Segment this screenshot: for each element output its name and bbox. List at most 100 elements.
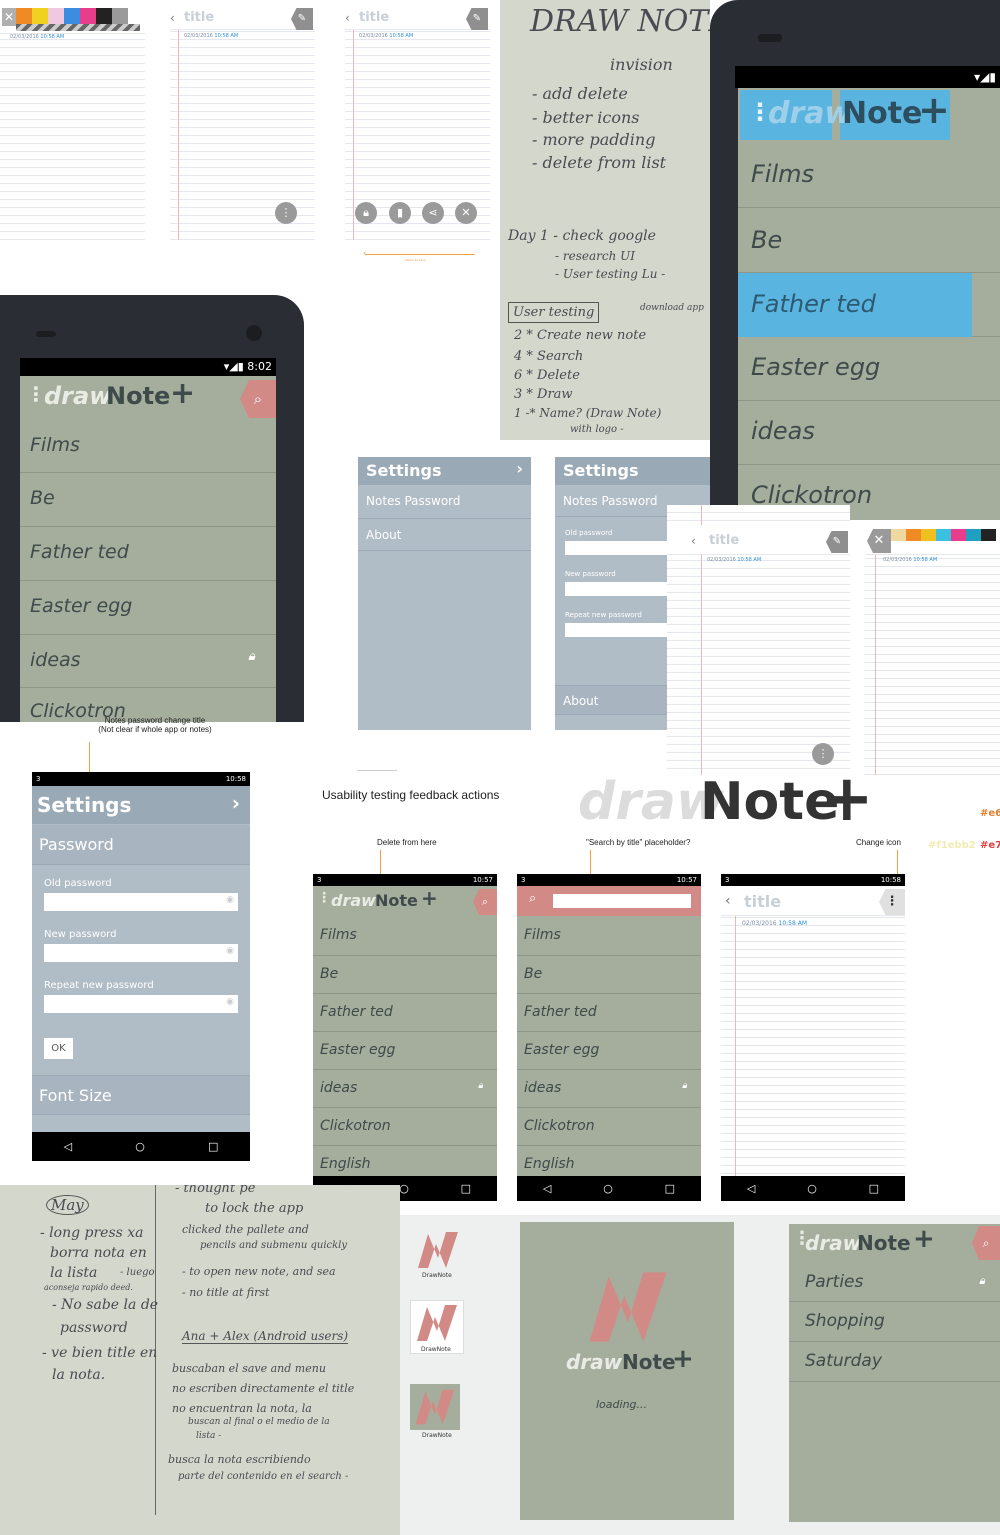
- note-title[interactable]: title: [709, 533, 739, 548]
- search-icon[interactable]: ⌕: [473, 889, 497, 915]
- eye-icon[interactable]: ◉: [226, 946, 234, 956]
- settings-item-password[interactable]: Password: [32, 825, 250, 865]
- list-item[interactable]: Be: [517, 956, 701, 994]
- menu-dots-icon[interactable]: ⋮: [26, 382, 46, 406]
- list-item[interactable]: English: [313, 1146, 497, 1176]
- list-item[interactable]: Father ted: [313, 994, 497, 1032]
- ok-button[interactable]: OK: [44, 1038, 73, 1059]
- list-item[interactable]: Easter egg: [20, 581, 276, 635]
- list-item[interactable]: Saturday: [789, 1342, 1000, 1382]
- color-palette[interactable]: [891, 529, 1000, 553]
- logo-n-icon: [415, 1389, 455, 1425]
- chevron-right-icon[interactable]: ›: [516, 459, 523, 478]
- list-item[interactable]: English: [517, 1146, 701, 1176]
- list-item[interactable]: Be: [313, 956, 497, 994]
- list-item[interactable]: Easter egg: [738, 337, 1000, 401]
- carrier-text: 3: [36, 775, 41, 783]
- list-item[interactable]: ideas 🔒︎: [517, 1070, 701, 1108]
- search-input[interactable]: [553, 894, 691, 908]
- back-icon[interactable]: ◁: [64, 1140, 72, 1153]
- recents-icon[interactable]: □: [869, 1182, 879, 1195]
- note-title[interactable]: title: [184, 10, 214, 25]
- list-item[interactable]: ideas 🔒︎: [313, 1070, 497, 1108]
- list-item[interactable]: Parties 🔒︎: [789, 1264, 1000, 1302]
- list-item-label: ideas: [524, 1080, 562, 1096]
- back-chevron-icon[interactable]: ‹: [170, 11, 175, 25]
- list-item-selected[interactable]: Father ted: [738, 273, 1000, 337]
- color-swatch[interactable]: [80, 8, 96, 24]
- lock-icon[interactable]: 🔒︎: [355, 202, 377, 224]
- list-item[interactable]: Easter egg: [313, 1032, 497, 1070]
- pencil-strip[interactable]: [16, 24, 140, 31]
- list-item[interactable]: Clickotron: [517, 1108, 701, 1146]
- trash-icon[interactable]: ▮: [389, 202, 411, 224]
- new-password-field[interactable]: ◉: [44, 944, 238, 962]
- color-swatch[interactable]: [48, 8, 64, 24]
- note-title[interactable]: title: [359, 10, 389, 25]
- home-icon[interactable]: ○: [603, 1182, 613, 1195]
- list-item[interactable]: Shopping: [789, 1302, 1000, 1342]
- recents-icon[interactable]: □: [461, 1182, 471, 1195]
- back-chevron-icon[interactable]: ‹: [725, 893, 731, 909]
- list-item[interactable]: ideas: [738, 401, 1000, 465]
- color-swatch[interactable]: [64, 8, 80, 24]
- menu-dots-icon[interactable]: ⋮: [317, 890, 331, 906]
- list-item[interactable]: Films: [313, 916, 497, 956]
- list-item-label: Easter egg: [30, 595, 133, 617]
- back-chevron-icon[interactable]: ‹: [345, 11, 350, 25]
- color-swatch[interactable]: [921, 529, 936, 541]
- add-note-button[interactable]: +: [918, 88, 950, 132]
- note-draw-mode: ✕ 02/03/2016 10:58 AM: [0, 0, 145, 240]
- recents-icon[interactable]: □: [208, 1140, 218, 1153]
- search-icon[interactable]: ⌕: [972, 1226, 1000, 1260]
- color-swatch[interactable]: [891, 529, 906, 541]
- color-swatch[interactable]: [951, 529, 966, 541]
- settings-item-font-size[interactable]: Font Size: [32, 1075, 250, 1115]
- color-swatch[interactable]: [906, 529, 921, 541]
- color-swatch[interactable]: [32, 8, 48, 24]
- brand-draw: draw: [768, 96, 853, 131]
- list-item[interactable]: Films: [517, 916, 701, 956]
- search-icon[interactable]: ⌕: [240, 380, 276, 418]
- back-icon[interactable]: ◁: [543, 1182, 551, 1195]
- color-swatch[interactable]: [936, 529, 951, 541]
- home-icon[interactable]: ○: [807, 1182, 817, 1195]
- eye-icon[interactable]: ◉: [226, 895, 234, 905]
- back-chevron-icon[interactable]: ‹: [691, 534, 696, 548]
- chevron-right-icon[interactable]: ›: [232, 791, 240, 815]
- old-password-field[interactable]: ◉: [44, 893, 238, 911]
- list-item[interactable]: Easter egg: [517, 1032, 701, 1070]
- settings-item-about[interactable]: About: [358, 519, 531, 551]
- more-menu-icon[interactable]: ⋮: [275, 202, 297, 224]
- back-icon[interactable]: ◁: [747, 1182, 755, 1195]
- home-icon[interactable]: ○: [135, 1140, 145, 1153]
- list-item[interactable]: Father ted: [20, 527, 276, 581]
- list-item[interactable]: Be: [738, 208, 1000, 273]
- close-icon[interactable]: ✕: [2, 8, 16, 26]
- close-icon[interactable]: ✕: [455, 202, 477, 224]
- list-item[interactable]: ideas 🔒︎: [20, 635, 276, 688]
- list-item[interactable]: Father ted: [517, 994, 701, 1032]
- eye-icon[interactable]: ◉: [226, 997, 234, 1007]
- list-item[interactable]: Clickotron: [313, 1108, 497, 1146]
- color-swatch[interactable]: [112, 8, 128, 24]
- settings-item-notes-password[interactable]: Notes Password: [358, 485, 531, 519]
- recents-icon[interactable]: □: [665, 1182, 675, 1195]
- color-swatch[interactable]: [981, 529, 996, 541]
- share-icon[interactable]: ⋖: [422, 202, 444, 224]
- list-item[interactable]: Be: [20, 473, 276, 527]
- search-icon[interactable]: ⌕: [529, 891, 536, 906]
- repeat-password-field[interactable]: ◉: [44, 995, 238, 1013]
- note-title[interactable]: title: [744, 892, 781, 911]
- add-note-button[interactable]: +: [421, 886, 438, 910]
- sketch-line: - no title at first: [182, 1286, 270, 1299]
- color-swatch[interactable]: [16, 8, 32, 24]
- color-palette[interactable]: [16, 8, 128, 24]
- list-item[interactable]: Films: [20, 420, 276, 473]
- add-note-button[interactable]: +: [913, 1224, 935, 1254]
- color-swatch[interactable]: [96, 8, 112, 24]
- add-note-button[interactable]: +: [170, 376, 195, 411]
- color-swatch[interactable]: [966, 529, 981, 541]
- list-item[interactable]: Films: [738, 142, 1000, 208]
- home-icon[interactable]: ○: [399, 1182, 409, 1195]
